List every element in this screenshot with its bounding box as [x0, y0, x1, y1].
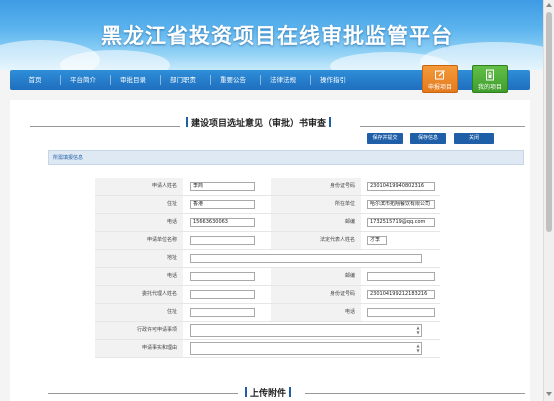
agent-address-field[interactable]: [190, 308, 255, 317]
nav-item-duties[interactable]: 部门职责: [164, 70, 202, 90]
nav-item-guide[interactable]: 操作指引: [314, 70, 352, 90]
postcode-field[interactable]: 1732515719@qq.com: [367, 218, 435, 227]
unit-postcode-field[interactable]: [367, 272, 435, 281]
apply-project-tile[interactable]: 申报项目: [422, 65, 458, 93]
edit-icon: [423, 69, 457, 82]
work-unit-label: 所在单位: [271, 196, 361, 213]
unit-phone-field[interactable]: [190, 272, 255, 281]
lock-file-icon: [473, 69, 507, 82]
address-field[interactable]: 香港: [190, 200, 255, 209]
facts-reasons-textarea[interactable]: ▲ ▼: [190, 342, 422, 355]
nav-item-notices[interactable]: 重要公告: [214, 70, 252, 90]
nav-item-intro[interactable]: 平台简介: [64, 70, 102, 90]
textarea-scroll-icon[interactable]: ▲ ▼: [416, 325, 420, 336]
apply-project-label: 申报项目: [427, 84, 452, 91]
nav-item-home[interactable]: 首页: [20, 70, 50, 90]
id-number-field[interactable]: 23010419940802316: [367, 182, 435, 191]
scroll-thumb[interactable]: [546, 12, 552, 232]
agent-id-label: 身份证号码: [271, 286, 361, 303]
license-matter-label: 行政许可申请事项: [95, 322, 183, 339]
applicant-name-label: 申请人姓名: [95, 178, 183, 195]
phone-label: 电话: [95, 214, 183, 231]
unit-address-field[interactable]: [190, 254, 422, 263]
address-label: 住址: [95, 196, 183, 213]
phone-field[interactable]: 15663630063: [190, 218, 255, 227]
upload-heading: 上传附件: [242, 386, 294, 399]
my-projects-tile[interactable]: 我的项目: [472, 65, 508, 93]
nav-item-laws[interactable]: 法律法规: [264, 70, 302, 90]
agent-name-label: 委托代理人姓名: [95, 286, 183, 303]
work-unit-field[interactable]: 哈尔滨市拓翔餐饮有限公司: [367, 200, 435, 209]
legal-rep-label: 法定代表人姓名: [271, 232, 361, 249]
section-label: 所需填报信息: [48, 150, 524, 165]
my-projects-label: 我的项目: [477, 84, 502, 91]
site-title: 黑龙江省投资项目在线审批监管平台: [101, 24, 453, 48]
legal-rep-field[interactable]: 才李: [367, 236, 387, 245]
agent-phone-field[interactable]: [367, 308, 435, 317]
nav-item-catalog[interactable]: 审批目录: [114, 70, 152, 90]
unit-address-label: 地址: [95, 250, 183, 267]
facts-reasons-label: 申请事实和理由: [95, 340, 183, 357]
agent-phone-label: 电话: [271, 304, 361, 321]
agent-name-field[interactable]: [190, 290, 255, 299]
unit-postcode-label: 邮编: [271, 268, 361, 285]
unit-phone-label: 电话: [95, 268, 183, 285]
agent-id-field[interactable]: 230104199212183216: [367, 290, 435, 299]
close-button[interactable]: 关闭: [454, 133, 494, 144]
id-number-label: 身份证号码: [271, 178, 361, 195]
textarea-scroll-icon[interactable]: ▲ ▼: [416, 343, 420, 354]
page-scrollbar[interactable]: [543, 0, 554, 401]
applicant-name-field[interactable]: 李商: [190, 182, 255, 191]
page-title: 建设项目选址意见（审批）书审查: [183, 116, 334, 129]
postcode-label: 邮编: [271, 214, 361, 231]
scroll-down-icon[interactable]: [546, 392, 552, 396]
header-banner: 黑龙江省投资项目在线审批监管平台: [0, 0, 554, 70]
agent-address-label: 住址: [95, 304, 183, 321]
save-info-button[interactable]: 保存信息: [410, 133, 446, 144]
scroll-up-icon[interactable]: [546, 3, 552, 7]
unit-name-label: 申请单位名称: [95, 232, 183, 249]
license-matter-textarea[interactable]: ▲ ▼: [190, 324, 422, 337]
save-submit-button[interactable]: 保存并提交: [367, 133, 403, 144]
unit-name-field[interactable]: [190, 236, 255, 245]
